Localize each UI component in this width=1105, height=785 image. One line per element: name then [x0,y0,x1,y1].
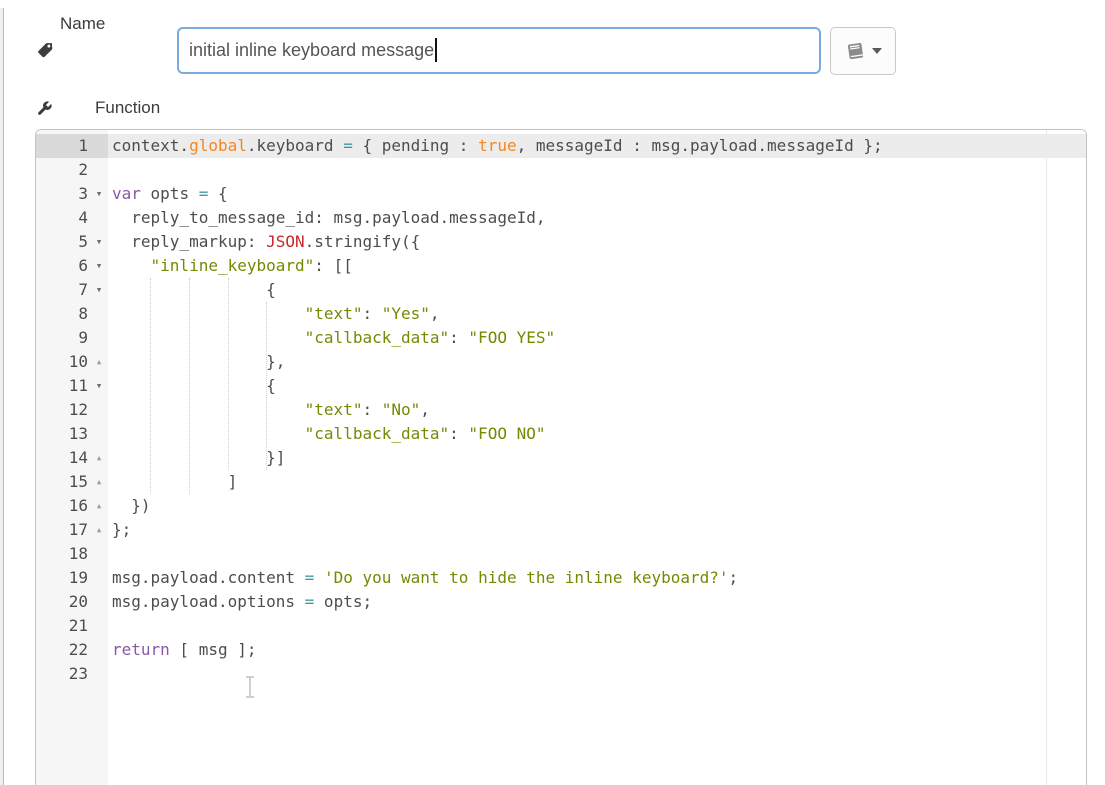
fold-open-icon[interactable]: ▾ [92,254,106,278]
code-line-17[interactable]: }; [108,518,1086,542]
tag-icon [37,41,54,58]
fold-end-icon[interactable]: ▴ [92,518,106,542]
gutter-line-11[interactable]: 11▾ [36,374,108,398]
code-line-6[interactable]: "inline_keyboard": [[ [108,254,1086,278]
gutter-line-19[interactable]: 19 [36,566,108,590]
function-label: Function [95,98,160,118]
gutter-line-13[interactable]: 13 [36,422,108,446]
code-line-1[interactable]: context.global.keyboard = { pending : tr… [108,134,1086,158]
gutter-line-18[interactable]: 18 [36,542,108,566]
library-button[interactable] [830,27,896,75]
code-line-12[interactable]: "text": "No", [108,398,1086,422]
gutter-line-6[interactable]: 6▾ [36,254,108,278]
code-line-22[interactable]: return [ msg ]; [108,638,1086,662]
code-line-11[interactable]: { [108,374,1086,398]
fold-end-icon[interactable]: ▴ [92,350,106,374]
code-line-8[interactable]: "text": "Yes", [108,302,1086,326]
editor-code-lines[interactable]: context.global.keyboard = { pending : tr… [108,130,1086,686]
code-line-7[interactable]: { [108,278,1086,302]
code-line-20[interactable]: msg.payload.options = opts; [108,590,1086,614]
code-line-4[interactable]: reply_to_message_id: msg.payload.message… [108,206,1086,230]
gutter-line-16[interactable]: 16▴ [36,494,108,518]
gutter-line-20[interactable]: 20 [36,590,108,614]
gutter-line-5[interactable]: 5▾ [36,230,108,254]
gutter-line-14[interactable]: 14▴ [36,446,108,470]
code-line-10[interactable]: }, [108,350,1086,374]
gutter-line-3[interactable]: 3▾ [36,182,108,206]
code-line-19[interactable]: msg.payload.content = 'Do you want to hi… [108,566,1086,590]
function-code-editor[interactable]: 123▾45▾6▾7▾8910▴11▾121314▴15▴16▴17▴18192… [35,129,1087,785]
code-line-3[interactable]: var opts = { [108,182,1086,206]
gutter-line-10[interactable]: 10▴ [36,350,108,374]
code-line-21[interactable] [108,614,1086,638]
code-line-15[interactable]: ] [108,470,1086,494]
gutter-line-2[interactable]: 2 [36,158,108,182]
gutter-line-1[interactable]: 1 [36,134,108,158]
fold-open-icon[interactable]: ▾ [92,230,106,254]
code-line-14[interactable]: }] [108,446,1086,470]
gutter-line-4[interactable]: 4 [36,206,108,230]
gutter-line-21[interactable]: 21 [36,614,108,638]
gutter-line-17[interactable]: 17▴ [36,518,108,542]
name-input[interactable]: initial inline keyboard message [177,27,821,74]
gutter-line-23[interactable]: 23 [36,662,108,686]
code-line-13[interactable]: "callback_data": "FOO NO" [108,422,1086,446]
tray-left-edge[interactable] [0,8,4,785]
name-label: Name [60,14,105,34]
caret-down-icon [872,48,882,54]
gutter-line-8[interactable]: 8 [36,302,108,326]
gutter-line-15[interactable]: 15▴ [36,470,108,494]
fold-end-icon[interactable]: ▴ [92,446,106,470]
fold-open-icon[interactable]: ▾ [92,374,106,398]
ibeam-mouse-cursor [244,676,256,698]
code-line-9[interactable]: "callback_data": "FOO YES" [108,326,1086,350]
fold-open-icon[interactable]: ▾ [92,182,106,206]
editor-gutter[interactable]: 123▾45▾6▾7▾8910▴11▾121314▴15▴16▴17▴18192… [36,130,108,785]
gutter-line-22[interactable]: 22 [36,638,108,662]
code-line-5[interactable]: reply_markup: JSON.stringify({ [108,230,1086,254]
code-line-16[interactable]: }) [108,494,1086,518]
gutter-line-9[interactable]: 9 [36,326,108,350]
wrench-icon [36,100,53,117]
fold-end-icon[interactable]: ▴ [92,494,106,518]
fold-end-icon[interactable]: ▴ [92,470,106,494]
text-caret [435,38,437,62]
code-line-18[interactable] [108,542,1086,566]
fold-open-icon[interactable]: ▾ [92,278,106,302]
name-input-value: initial inline keyboard message [189,40,434,60]
gutter-line-12[interactable]: 12 [36,398,108,422]
gutter-line-7[interactable]: 7▾ [36,278,108,302]
code-line-2[interactable] [108,158,1086,182]
book-icon [845,41,866,62]
